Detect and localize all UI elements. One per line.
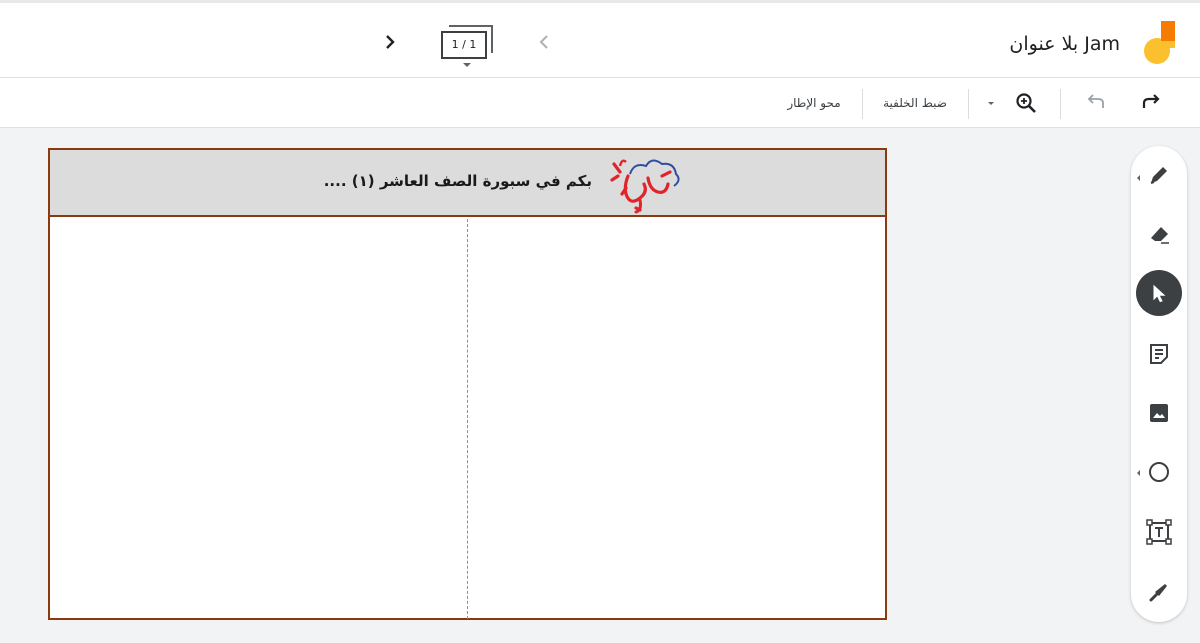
chevron-left-icon <box>1137 470 1140 476</box>
text-box-icon <box>1146 519 1172 545</box>
laser-tool-button[interactable] <box>1141 574 1177 610</box>
tool-rail <box>1131 146 1187 622</box>
toolbar-divider <box>862 89 863 119</box>
welcome-banner: بكم في سبورة الصف العاشر (١) .... <box>50 150 885 217</box>
pen-icon <box>1150 167 1167 184</box>
text-box-tool-button[interactable] <box>1141 514 1177 550</box>
shape-tool-button[interactable] <box>1141 454 1177 490</box>
frame-counter: 1 / 1 <box>441 31 487 59</box>
sticky-note-tool-button[interactable] <box>1141 336 1177 372</box>
undo-icon[interactable] <box>1084 90 1108 116</box>
chevron-down-icon <box>463 63 471 67</box>
center-dashed-line <box>467 219 468 619</box>
jamboard-logo-icon[interactable] <box>1143 21 1177 65</box>
image-tool-button[interactable] <box>1141 395 1177 431</box>
eraser-icon <box>1151 227 1169 244</box>
toolbar-divider <box>1060 89 1061 119</box>
frame-toolbar: ضبط الخلفية محو الإطار <box>0 78 1200 128</box>
frame-indicator[interactable]: 1 / 1 <box>441 25 497 69</box>
clear-frame-button[interactable]: محو الإطار <box>780 90 848 116</box>
eraser-tool-button[interactable] <box>1141 216 1177 252</box>
chevron-left-icon <box>1137 175 1140 181</box>
zoom-dropdown-caret-icon[interactable] <box>985 90 997 116</box>
redo-icon[interactable] <box>1139 90 1163 116</box>
welcome-calligraphy-logo <box>610 159 680 214</box>
top-bar: Jam بلا عنوان 1 / 1 <box>0 0 1200 78</box>
document-title[interactable]: Jam بلا عنوان <box>1009 33 1120 55</box>
jam-canvas[interactable]: بكم في سبورة الصف العاشر (١) .... <box>48 148 887 620</box>
sticky-note-icon <box>1150 344 1168 364</box>
chevron-right-icon[interactable] <box>381 33 399 51</box>
zoom-in-icon[interactable] <box>1014 90 1038 116</box>
select-icon <box>1153 284 1166 303</box>
chevron-left-icon[interactable] <box>536 33 554 51</box>
select-tool-button[interactable] <box>1136 270 1182 316</box>
image-icon <box>1150 404 1168 422</box>
circle-icon <box>1149 462 1169 482</box>
toolbar-divider <box>968 89 969 119</box>
laser-icon <box>1149 584 1167 602</box>
banner-text: بكم في سبورة الصف العاشر (١) .... <box>323 172 592 190</box>
pen-tool-button[interactable] <box>1141 157 1177 193</box>
set-background-button[interactable]: ضبط الخلفية <box>878 90 952 116</box>
